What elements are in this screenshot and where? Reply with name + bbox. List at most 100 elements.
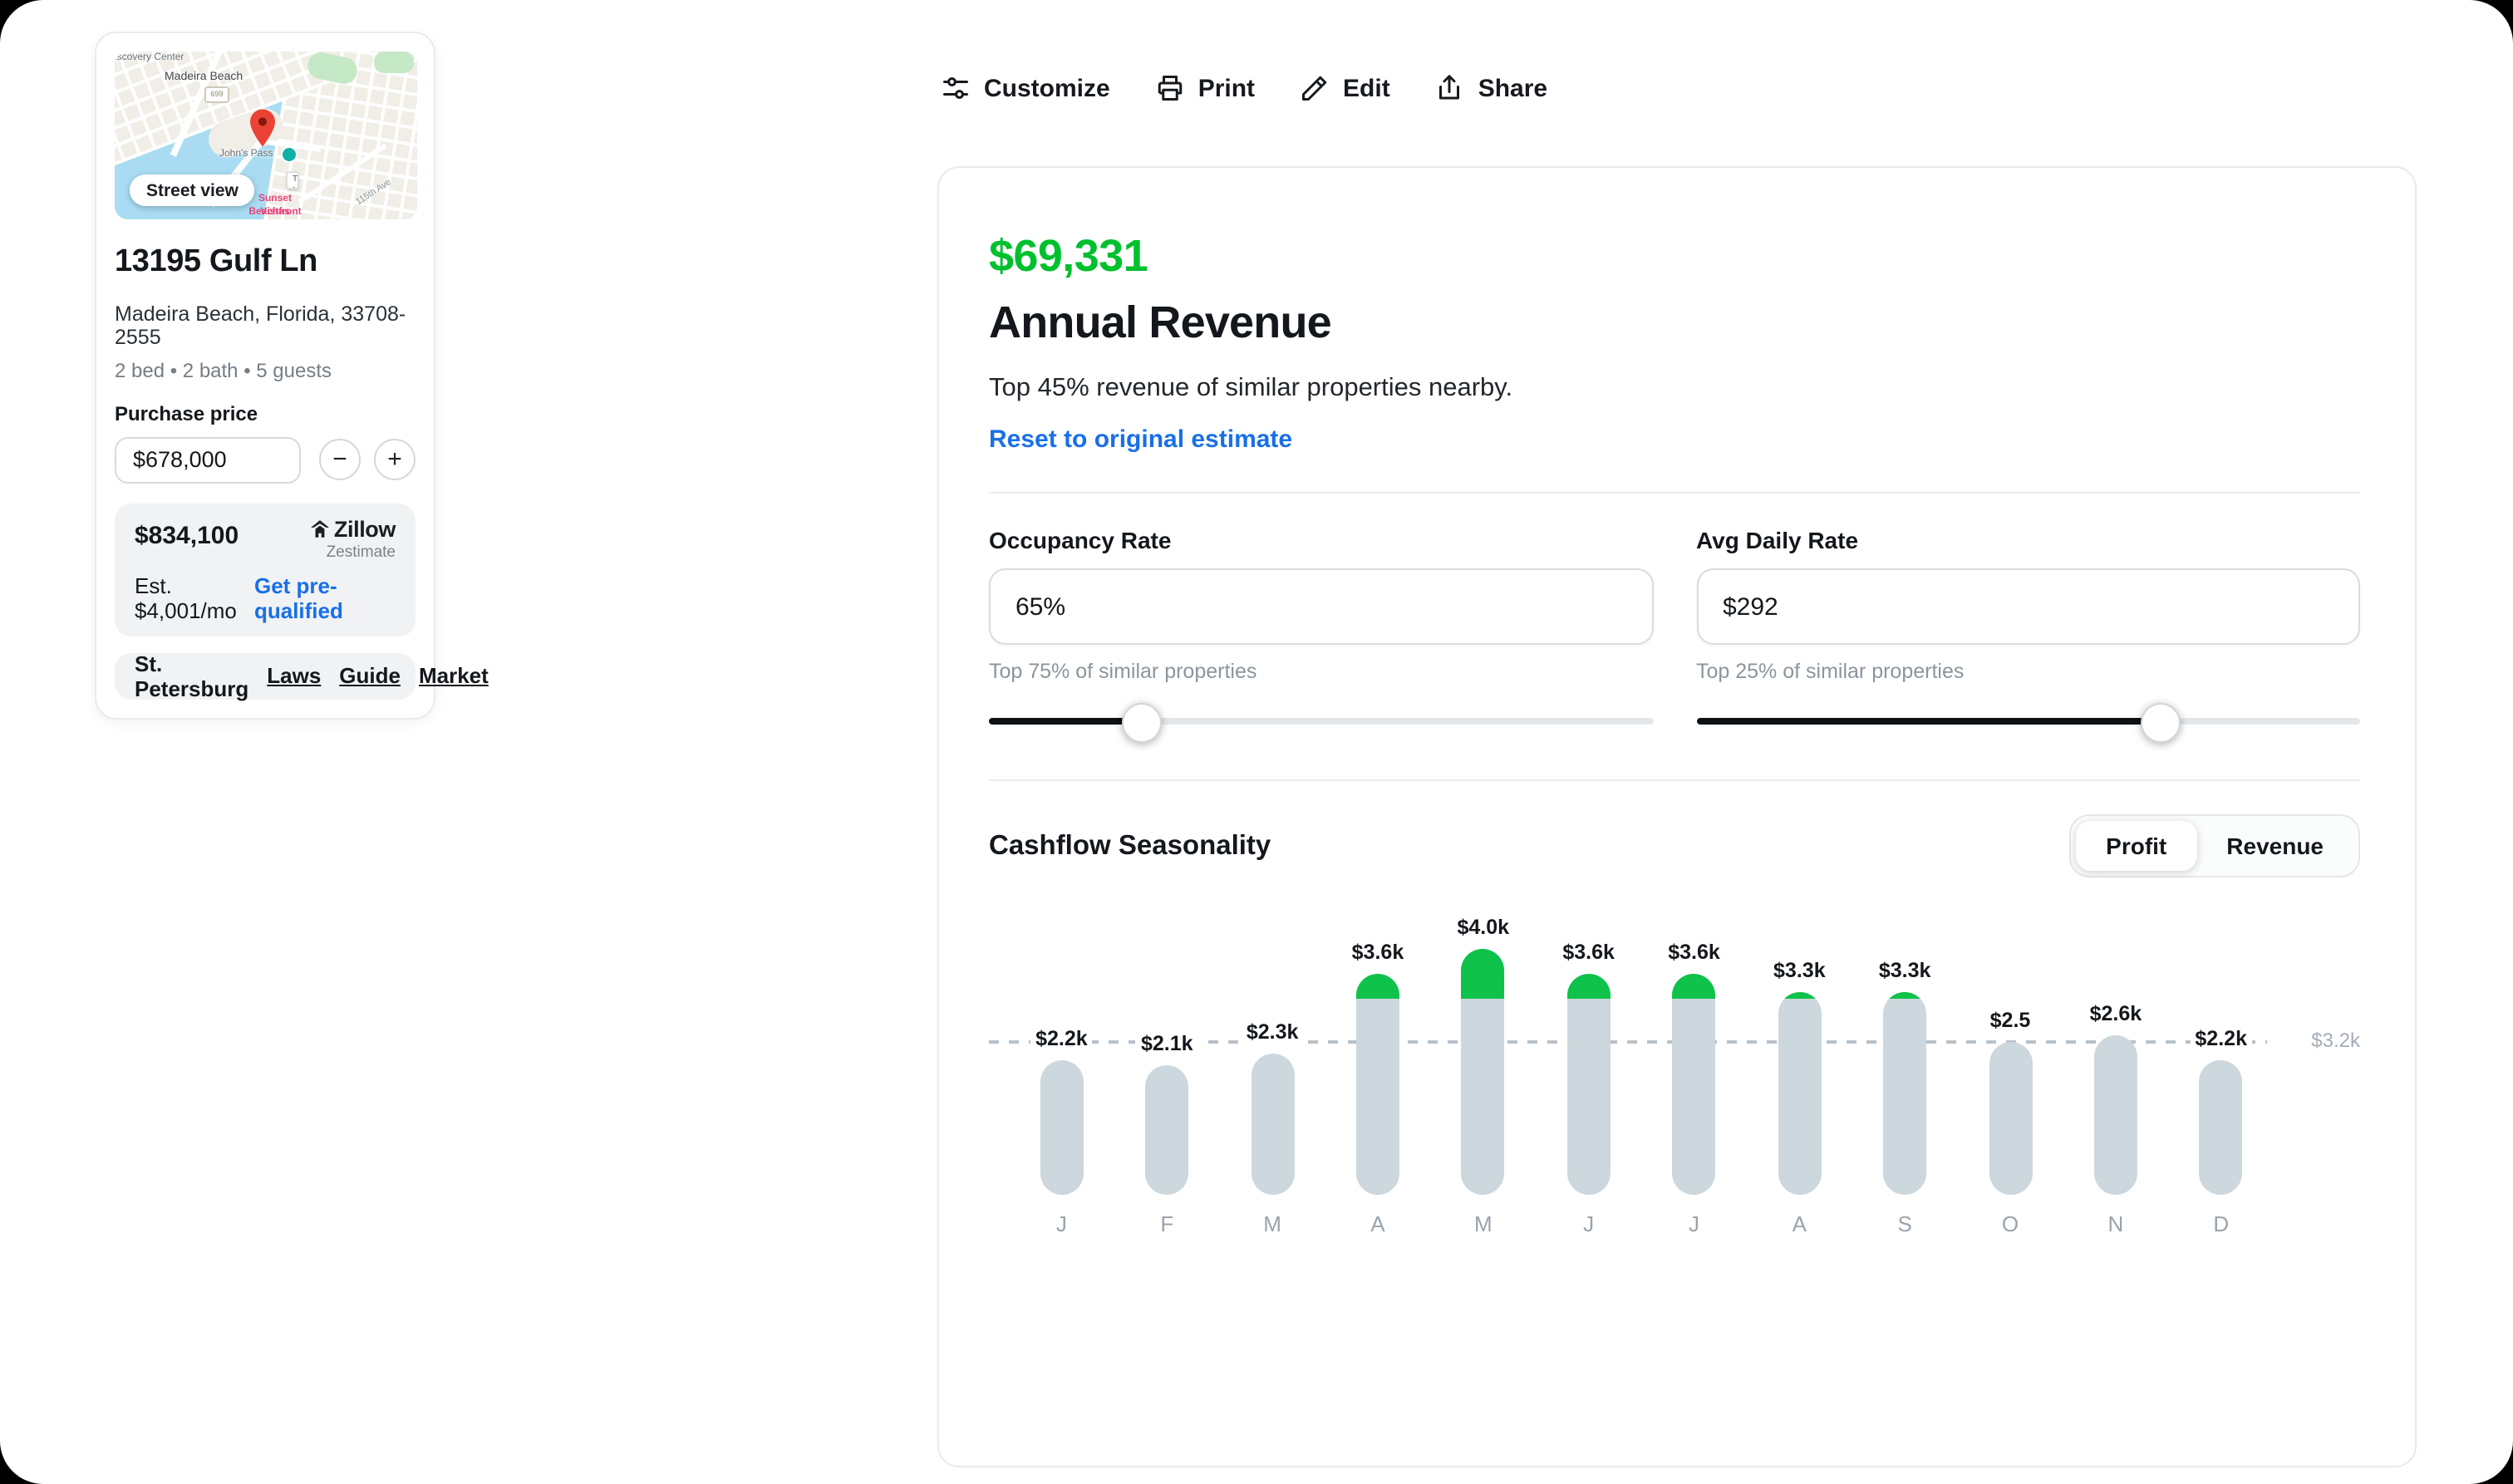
zestimate-value: $834,100 [135,521,239,550]
bar-value-label: $3.3k [1873,958,1936,982]
chart-column: $2.3k M [1220,904,1325,1236]
annual-revenue-card: $69,331 Annual Revenue Top 45% revenue o… [937,166,2417,1467]
occupancy-rate-input[interactable] [989,568,1653,645]
property-map[interactable]: iscovery Center Madeira Beach 699 John's… [115,52,417,219]
month-label: F [1160,1211,1174,1236]
bar-value-label: $3.6k [1346,940,1409,964]
bar-value-label: $2.5 [1984,1008,2036,1031]
print-button[interactable]: Print [1155,73,1255,103]
property-specs: 2 bed • 2 bath • 5 guests [115,358,332,382]
bar-value-label: $3.3k [1768,958,1831,982]
revenue-subtitle: Top 45% revenue of similar properties ne… [989,374,1513,402]
bar [2199,1059,2243,1195]
street-view-button[interactable]: Street view [130,174,255,206]
avg-daily-rate-input[interactable] [1696,568,2360,645]
month-label: A [1370,1211,1385,1236]
bar [1251,1053,1295,1195]
bar [2093,1034,2137,1195]
app-stage: iscovery Center Madeira Beach 699 John's… [0,0,2513,1484]
chart-column: $3.3k A [1747,904,1852,1236]
bar-value-label: $2.1k [1135,1032,1198,1056]
print-label: Print [1197,74,1256,102]
month-label: M [1263,1211,1281,1236]
bar [1778,991,1822,1195]
app-window: iscovery Center Madeira Beach 699 John's… [0,0,2513,1484]
increase-price-button[interactable]: + [374,439,416,481]
bar-value-label: $2.2k [2190,1026,2252,1050]
pencil-icon [1302,76,1327,101]
laws-link[interactable]: Laws [267,663,321,688]
bar-value-label: $3.6k [1663,940,1725,964]
toggle-profit[interactable]: Profit [2076,821,2197,871]
zestimate-label: Zestimate [326,543,396,562]
chart-column: $3.6k J [1536,904,1641,1236]
chart-column: $2.5 O [1958,904,2063,1236]
chart-column: $2.2k D [2168,904,2274,1236]
chart-column: $3.6k J [1641,904,1747,1236]
bar [1883,991,1927,1195]
annual-revenue-amount: $69,331 [989,231,1148,281]
month-label: N [2107,1211,2124,1236]
toggle-revenue[interactable]: Revenue [2196,821,2353,871]
map-label-discovery-center: iscovery Center [115,53,184,63]
avg-daily-rate-label: Avg Daily Rate [1696,527,1859,553]
get-prequalified-link[interactable]: Get pre-qualified [254,572,396,622]
rate-controls: Occupancy Rate Top 75% of similar proper… [989,527,2360,743]
purchase-price-row: − + [115,436,416,484]
month-label: J [1688,1211,1699,1236]
occupancy-rate-label: Occupancy Rate [989,527,1172,553]
bar [1040,1059,1084,1195]
month-label: S [1897,1211,1912,1236]
market-city-label: St. Petersburg [135,651,249,701]
bar [1355,973,1399,1195]
cashflow-seasonality-title: Cashflow Seasonality [989,830,1271,860]
share-button[interactable]: Share [1435,73,1547,103]
profit-revenue-toggle: Profit Revenue [2069,814,2360,877]
occupancy-slider[interactable] [989,700,1653,743]
slider-fill [1696,718,2161,725]
zillow-house-icon [311,519,329,538]
adr-slider-handle[interactable] [2141,703,2181,743]
property-address: 13195 Gulf Ln [115,244,317,279]
share-label: Share [1478,74,1548,102]
adr-control: Avg Daily Rate Top 25% of similar proper… [1696,527,2360,743]
map-poi-icon [281,146,298,163]
map-label-chamber: Treasure Island & Madeira Beach Chamber … [286,171,299,189]
market-link[interactable]: Market [419,663,489,688]
customize-label: Customize [984,74,1110,102]
month-label: J [1583,1211,1595,1236]
breakeven-threshold-label: $3.2k [2311,1028,2360,1052]
map-pin-icon [250,109,275,147]
map-label-chamber-line1: Treasure Island & [293,174,298,184]
adr-hint: Top 25% of similar properties [1696,660,1965,683]
reset-estimate-link[interactable]: Reset to original estimate [989,425,1292,454]
decrease-price-button[interactable]: − [319,439,361,481]
cashflow-chart: $3.2k $2.2k J $2.1k F $2.3k M $3.6k A $4.0k M $3.6… [989,904,2360,1236]
chart-bars: $2.2k J $2.1k F $2.3k M $3.6k A $4.0k M $3.6k J $3.6… [989,904,2360,1236]
chart-column: $2.1k F [1114,904,1220,1236]
chart-column: $4.0k M [1430,904,1536,1236]
occupancy-hint: Top 75% of similar properties [989,660,1257,683]
bar-profit-cap [1778,991,1822,999]
slider-fill [989,718,1142,725]
month-label: J [1055,1211,1067,1236]
purchase-price-input[interactable] [115,436,301,484]
route-699-badge: 699 [204,86,229,103]
occupancy-slider-handle[interactable] [1121,703,1162,743]
customize-button[interactable]: Customize [941,73,1110,103]
adr-slider[interactable] [1696,700,2360,743]
bar-value-label: $3.6k [1557,940,1620,964]
guide-link[interactable]: Guide [339,663,401,688]
edit-button[interactable]: Edit [1300,73,1390,103]
bar [1989,1041,2032,1195]
bar [1566,973,1611,1195]
month-label: D [2213,1211,2230,1236]
map-label-sunset-line2: Beachfront Suites [248,207,302,217]
edit-label: Edit [1343,74,1390,102]
property-card: iscovery Center Madeira Beach 699 John's… [95,32,489,720]
zestimate-panel: $834,100 Zillow Zestimate Est. $4,001/mo [115,503,416,636]
map-label-madeira-beach: Madeira Beach [165,71,243,83]
chart-column: $3.6k A [1325,904,1431,1236]
bar-value-label: $4.0k [1452,916,1515,939]
bar-value-label: $2.6k [2084,1001,2147,1025]
